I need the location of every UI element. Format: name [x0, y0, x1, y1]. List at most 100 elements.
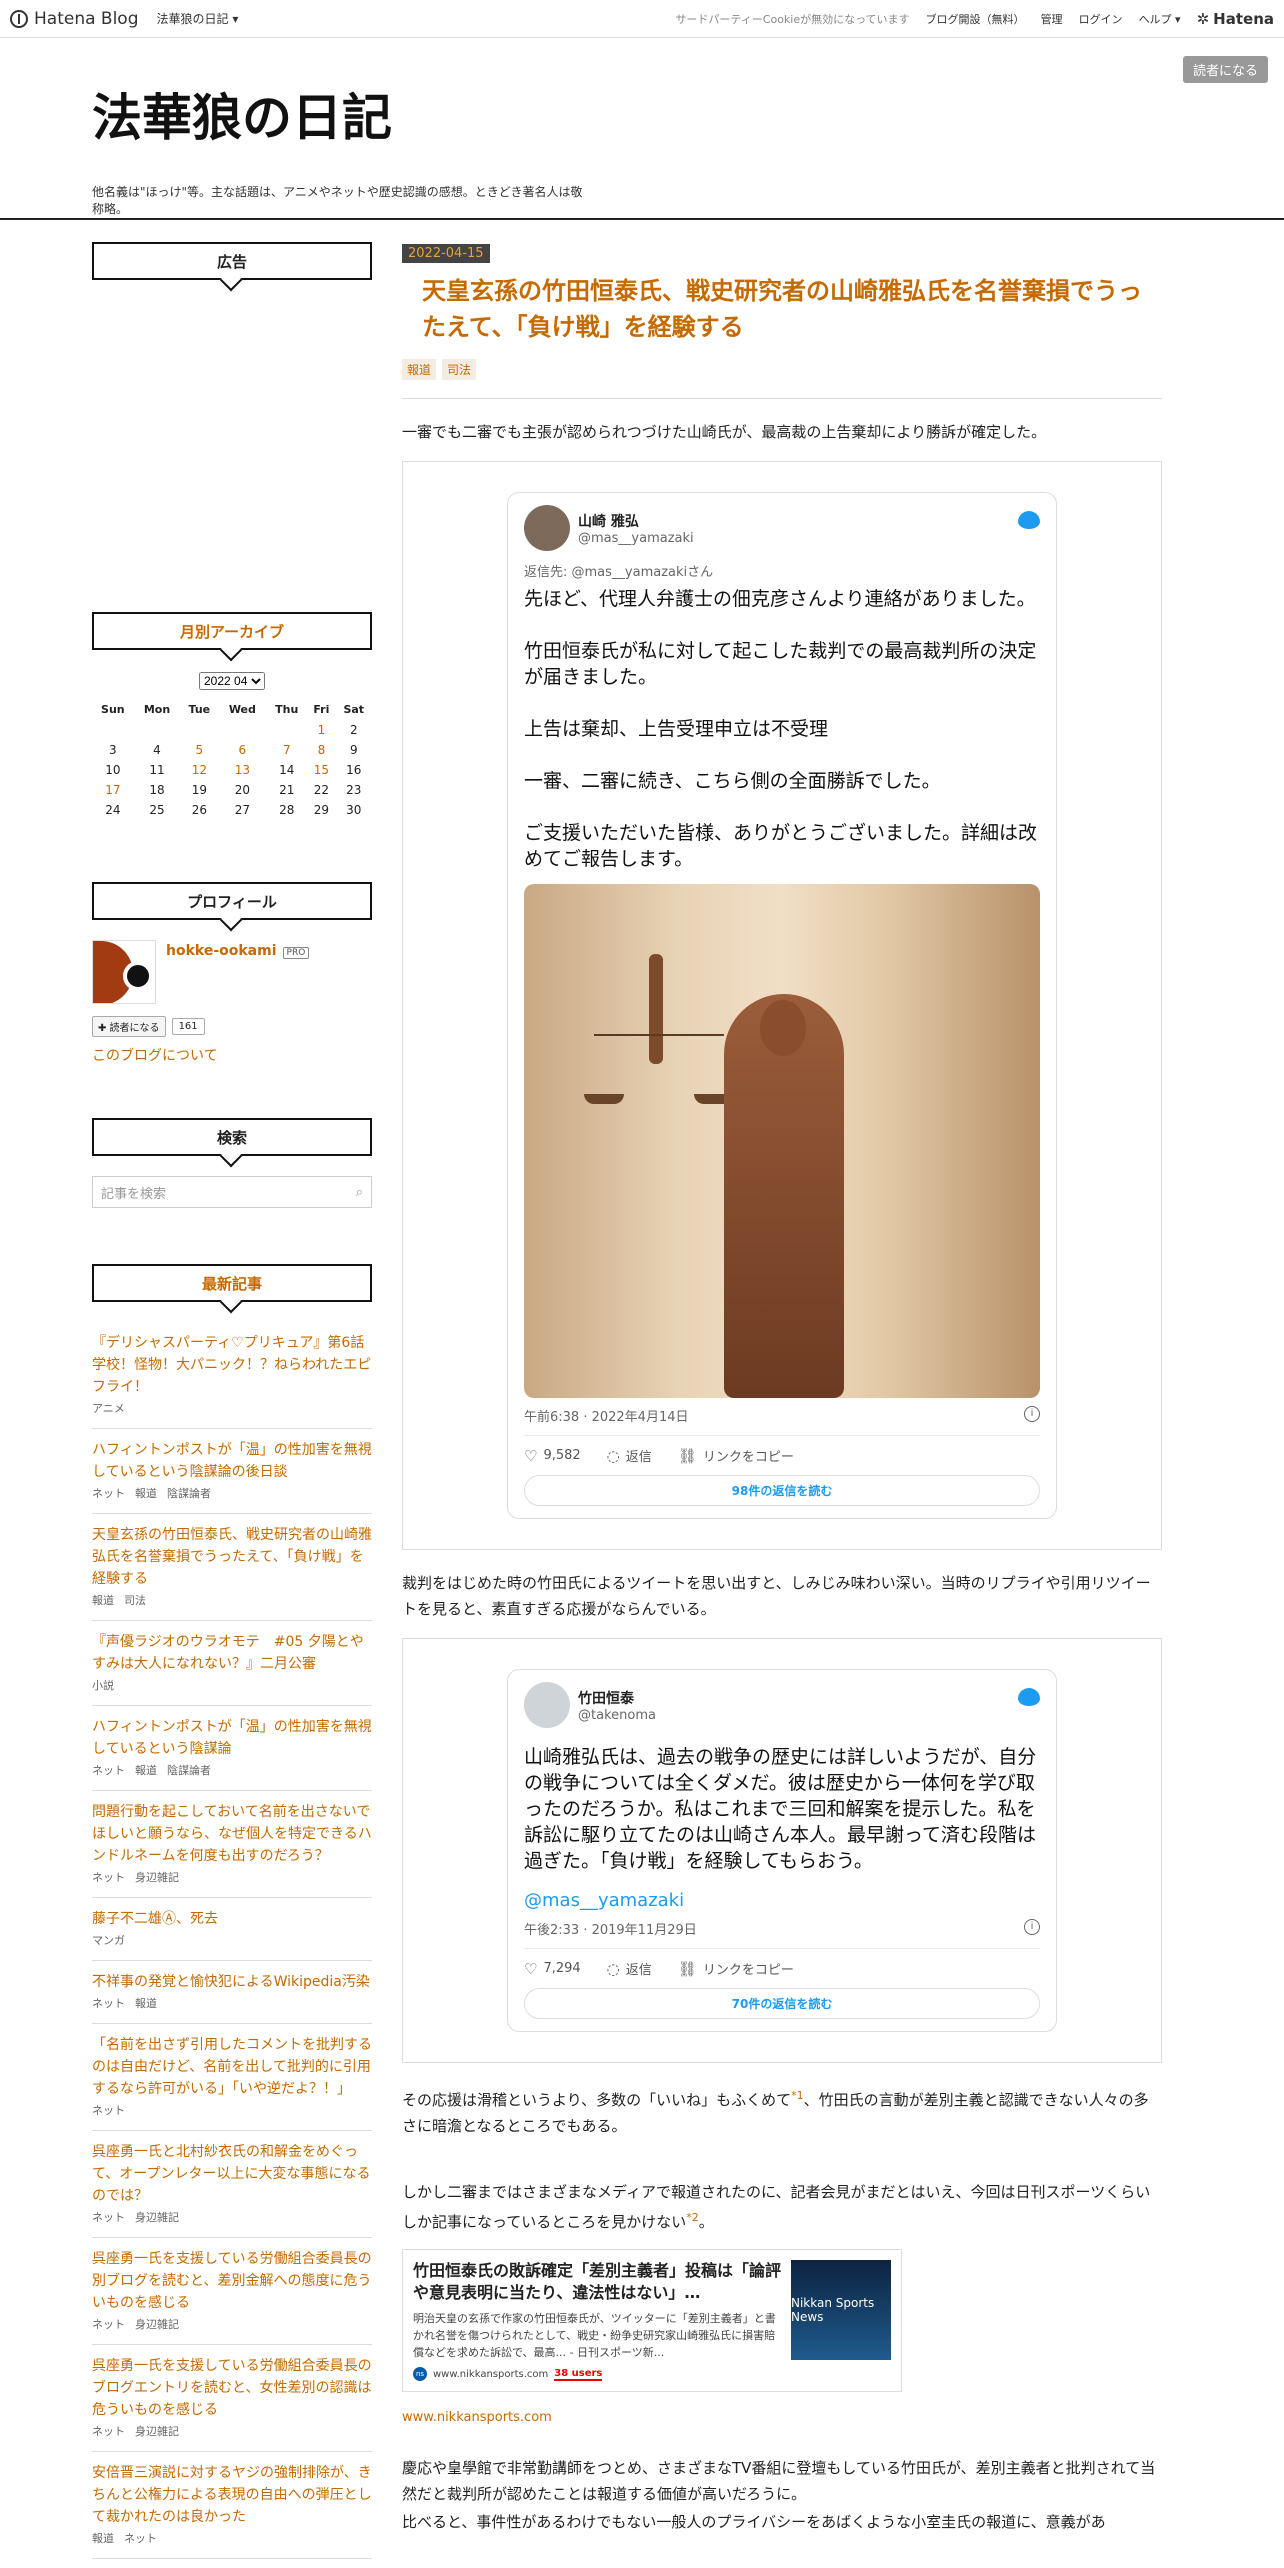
- category-tag[interactable]: 報道: [92, 1594, 114, 1607]
- entry-title[interactable]: 天皇玄孫の竹田恒泰氏、戦史研究者の山崎雅弘氏を名誉棄損でうったえて、「負け戦」を…: [422, 273, 1150, 345]
- recent-heading[interactable]: 最新記事: [92, 1264, 372, 1302]
- hatena-link[interactable]: ✲ Hatena: [1197, 10, 1274, 28]
- tweet-handle[interactable]: @mas__yamazaki: [578, 531, 694, 546]
- search-input[interactable]: 記事を検索 ⌕: [92, 1176, 372, 1208]
- category-tag[interactable]: アニメ: [92, 1402, 125, 1415]
- read-replies-button[interactable]: 98件の返信を読む: [524, 1475, 1040, 1506]
- category-tag[interactable]: 身辺雑記: [135, 2318, 179, 2331]
- recent-entry-link[interactable]: 呉座勇一氏と北村紗衣氏の和解金をめぐって、オープンレター以上に大変な事態になるの…: [92, 2141, 372, 2207]
- info-icon[interactable]: i: [1024, 1919, 1040, 1935]
- category-tag[interactable]: ネット: [92, 2318, 125, 2331]
- tweet-handle[interactable]: @takenoma: [578, 1708, 656, 1723]
- twitter-bird-icon[interactable]: [1018, 511, 1040, 529]
- blog-menu[interactable]: 法華狼の日記 ▾: [157, 10, 239, 27]
- tweet-photo[interactable]: [524, 884, 1040, 1398]
- category-tag[interactable]: 身辺雑記: [135, 2211, 179, 2224]
- category-tag[interactable]: 陰謀論者: [167, 1764, 211, 1777]
- category-tag[interactable]: 報道: [135, 1487, 157, 1500]
- tweet-avatar[interactable]: [524, 505, 570, 551]
- category-tag[interactable]: ネット: [92, 1487, 125, 1500]
- recent-entry-link[interactable]: 不祥事の発覚と愉快犯によるWikipedia汚染: [92, 1971, 372, 1993]
- archive-month-select[interactable]: 2022 04: [199, 672, 265, 690]
- reply-button[interactable]: ◌ 返信: [607, 1446, 652, 1466]
- search-icon[interactable]: ⌕: [356, 1185, 363, 1200]
- category-tag[interactable]: マンガ: [92, 1934, 125, 1947]
- category-tag[interactable]: 報道: [92, 2532, 114, 2545]
- footnote-2[interactable]: *2: [686, 2211, 699, 2224]
- source-link[interactable]: www.nikkansports.com: [402, 2410, 1162, 2425]
- open-blog-link[interactable]: ブログ開設（無料）: [926, 11, 1025, 27]
- help-menu[interactable]: ヘルプ ▾: [1139, 11, 1181, 27]
- subscribe-button[interactable]: 読者になる: [1182, 56, 1268, 83]
- recent-entry-link[interactable]: 『デリシャスパーティ♡プリキュア』第6話 学校！怪物！大パニック！？ねらわれたエ…: [92, 1332, 378, 1398]
- recent-entry-link[interactable]: 問題行動を起こしておいて名前を出さないでほしいと願うなら、なぜ個人を特定できるハ…: [92, 1801, 372, 1867]
- avatar[interactable]: [92, 940, 156, 1004]
- read-replies-button[interactable]: 70件の返信を読む: [524, 1988, 1040, 2019]
- copy-link-button[interactable]: ⛓ リンクをコピー: [678, 1959, 794, 1979]
- category-tag[interactable]: ネット: [92, 1871, 125, 1884]
- recent-entry-link[interactable]: ハフィントンポストが「温」の性加害を無視しているという陰謀論: [92, 1716, 372, 1760]
- card-title[interactable]: 竹田恒泰氏の敗訴確定「差別主義者」投稿は「論評や意見表明に当たり、違法性はない」…: [413, 2260, 781, 2304]
- manage-link[interactable]: 管理: [1041, 11, 1063, 27]
- cal-day[interactable]: 5: [180, 740, 218, 760]
- cal-day[interactable]: 13: [218, 760, 266, 780]
- category-tag[interactable]: 司法: [442, 359, 477, 380]
- footnote-1[interactable]: *1: [791, 2089, 804, 2102]
- about-blog-link[interactable]: このブログについて: [92, 1045, 372, 1065]
- tweet-card[interactable]: 竹田恒泰 @takenoma 山崎雅弘氏は、過去の戦争の歴史には詳しいようだが、自…: [507, 1669, 1057, 2032]
- cal-day[interactable]: 1: [307, 720, 335, 740]
- cal-day[interactable]: 12: [180, 760, 218, 780]
- tweet-card[interactable]: 山崎 雅弘 @mas__yamazaki 返信先: @mas__yamazakiさ…: [507, 492, 1057, 1519]
- like-button[interactable]: ♡ 9,582: [524, 1446, 581, 1465]
- recent-entry-link[interactable]: 『声優ラジオのウラオモテ #05 夕陽とやすみは大人になれない？』二月公審: [92, 1631, 372, 1675]
- category-tag[interactable]: ネット: [92, 2104, 125, 2117]
- recent-entry-link[interactable]: ハフィントンポストが「温」の性加害を無視しているという陰謀論の後日談: [92, 1439, 372, 1483]
- archive-heading[interactable]: 月別アーカイブ: [92, 612, 372, 650]
- follow-button[interactable]: ✚ 読者になる: [92, 1016, 166, 1037]
- tweet-timestamp[interactable]: 午後2:33 · 2019年11月29日: [524, 1919, 697, 1938]
- category-tag[interactable]: 報道: [135, 1764, 157, 1777]
- info-icon[interactable]: i: [1024, 1406, 1040, 1422]
- recent-entry-link[interactable]: 呉座勇一氏を支援している労働組合委員長のブログエントリを読むと、女性差別の認識は…: [92, 2355, 372, 2421]
- blog-title[interactable]: 法華狼の日記: [92, 78, 392, 150]
- recent-entry-link[interactable]: 安倍晋三演説に対するヤジの強制排除が、きちんと公権力による表現の自由への弾圧とし…: [92, 2462, 372, 2528]
- cal-day[interactable]: 8: [307, 740, 335, 760]
- category-tag[interactable]: 陰謀論者: [167, 1487, 211, 1500]
- category-tag[interactable]: ネット: [92, 2425, 125, 2438]
- card-site[interactable]: www.nikkansports.com: [433, 2369, 548, 2380]
- copy-link-button[interactable]: ⛓ リンクをコピー: [678, 1446, 794, 1466]
- link-card[interactable]: 竹田恒泰氏の敗訴確定「差別主義者」投稿は「論評や意見表明に当たり、違法性はない」…: [402, 2249, 902, 2392]
- hatena-blog-logo[interactable]: Hatena Blog: [10, 9, 139, 29]
- cookie-notice[interactable]: サードパーティーCookieが無効になっています: [675, 11, 909, 27]
- like-button[interactable]: ♡ 7,294: [524, 1959, 581, 1978]
- tweet-timestamp[interactable]: 午前6:38 · 2022年4月14日: [524, 1406, 689, 1425]
- category-tag[interactable]: ネット: [92, 1997, 125, 2010]
- category-tag[interactable]: ネット: [92, 1764, 125, 1777]
- cal-day[interactable]: 15: [307, 760, 335, 780]
- category-tag[interactable]: ネット: [92, 2211, 125, 2224]
- recent-entry-link[interactable]: 呉座勇一氏を支援している労働組合委員長の別ブログを読むと、差別金解への態度に危う…: [92, 2248, 372, 2314]
- card-thumbnail[interactable]: Nikkan Sports News: [791, 2260, 891, 2360]
- cal-day[interactable]: 17: [92, 780, 134, 800]
- category-tag[interactable]: 報道: [402, 359, 437, 380]
- reply-button[interactable]: ◌ 返信: [607, 1959, 652, 1979]
- cal-day[interactable]: 7: [266, 740, 307, 760]
- category-tag[interactable]: 身辺雑記: [135, 2425, 179, 2438]
- tweet-author[interactable]: 山崎 雅弘: [578, 511, 694, 531]
- bookmark-users[interactable]: 38 users: [554, 2368, 603, 2381]
- profile-name[interactable]: hokke-ookami: [166, 943, 277, 959]
- tweet-mention[interactable]: @mas__yamazaki: [524, 1890, 1040, 1911]
- twitter-bird-icon[interactable]: [1018, 1688, 1040, 1706]
- tweet-avatar[interactable]: [524, 1682, 570, 1728]
- login-link[interactable]: ログイン: [1079, 11, 1123, 27]
- entry-date[interactable]: 2022-04-15: [402, 244, 490, 263]
- recent-entry-link[interactable]: 藤子不二雄Ⓐ、死去: [92, 1908, 372, 1930]
- recent-entry-link[interactable]: 天皇玄孫の竹田恒泰氏、戦史研究者の山崎雅弘氏を名誉棄損でうったえて、「負け戦」を…: [92, 1524, 372, 1590]
- category-tag[interactable]: 身辺雑記: [135, 1871, 179, 1884]
- cal-day[interactable]: 6: [218, 740, 266, 760]
- tweet-author[interactable]: 竹田恒泰: [578, 1688, 656, 1708]
- category-tag[interactable]: 司法: [124, 1594, 146, 1607]
- category-tag[interactable]: 報道: [135, 1997, 157, 2010]
- recent-entry-link[interactable]: 「名前を出さず引用したコメントを批判するのは自由だけど、名前を出して批判的に引用…: [92, 2034, 372, 2100]
- category-tag[interactable]: ネット: [124, 2532, 157, 2545]
